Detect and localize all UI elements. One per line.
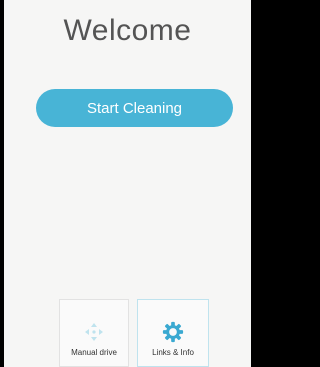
directional-pad-icon [85, 323, 103, 341]
manual-drive-label: Manual drive [71, 348, 117, 357]
start-cleaning-button[interactable]: Start Cleaning [36, 89, 233, 127]
links-info-button[interactable]: Links & Info [137, 299, 209, 367]
gear-icon [162, 321, 184, 343]
manual-drive-button[interactable]: Manual drive [59, 299, 129, 367]
app-screen: Welcome Start Cleaning Manual drive Link… [4, 0, 251, 367]
page-title: Welcome [63, 14, 192, 47]
links-info-label: Links & Info [152, 348, 194, 357]
